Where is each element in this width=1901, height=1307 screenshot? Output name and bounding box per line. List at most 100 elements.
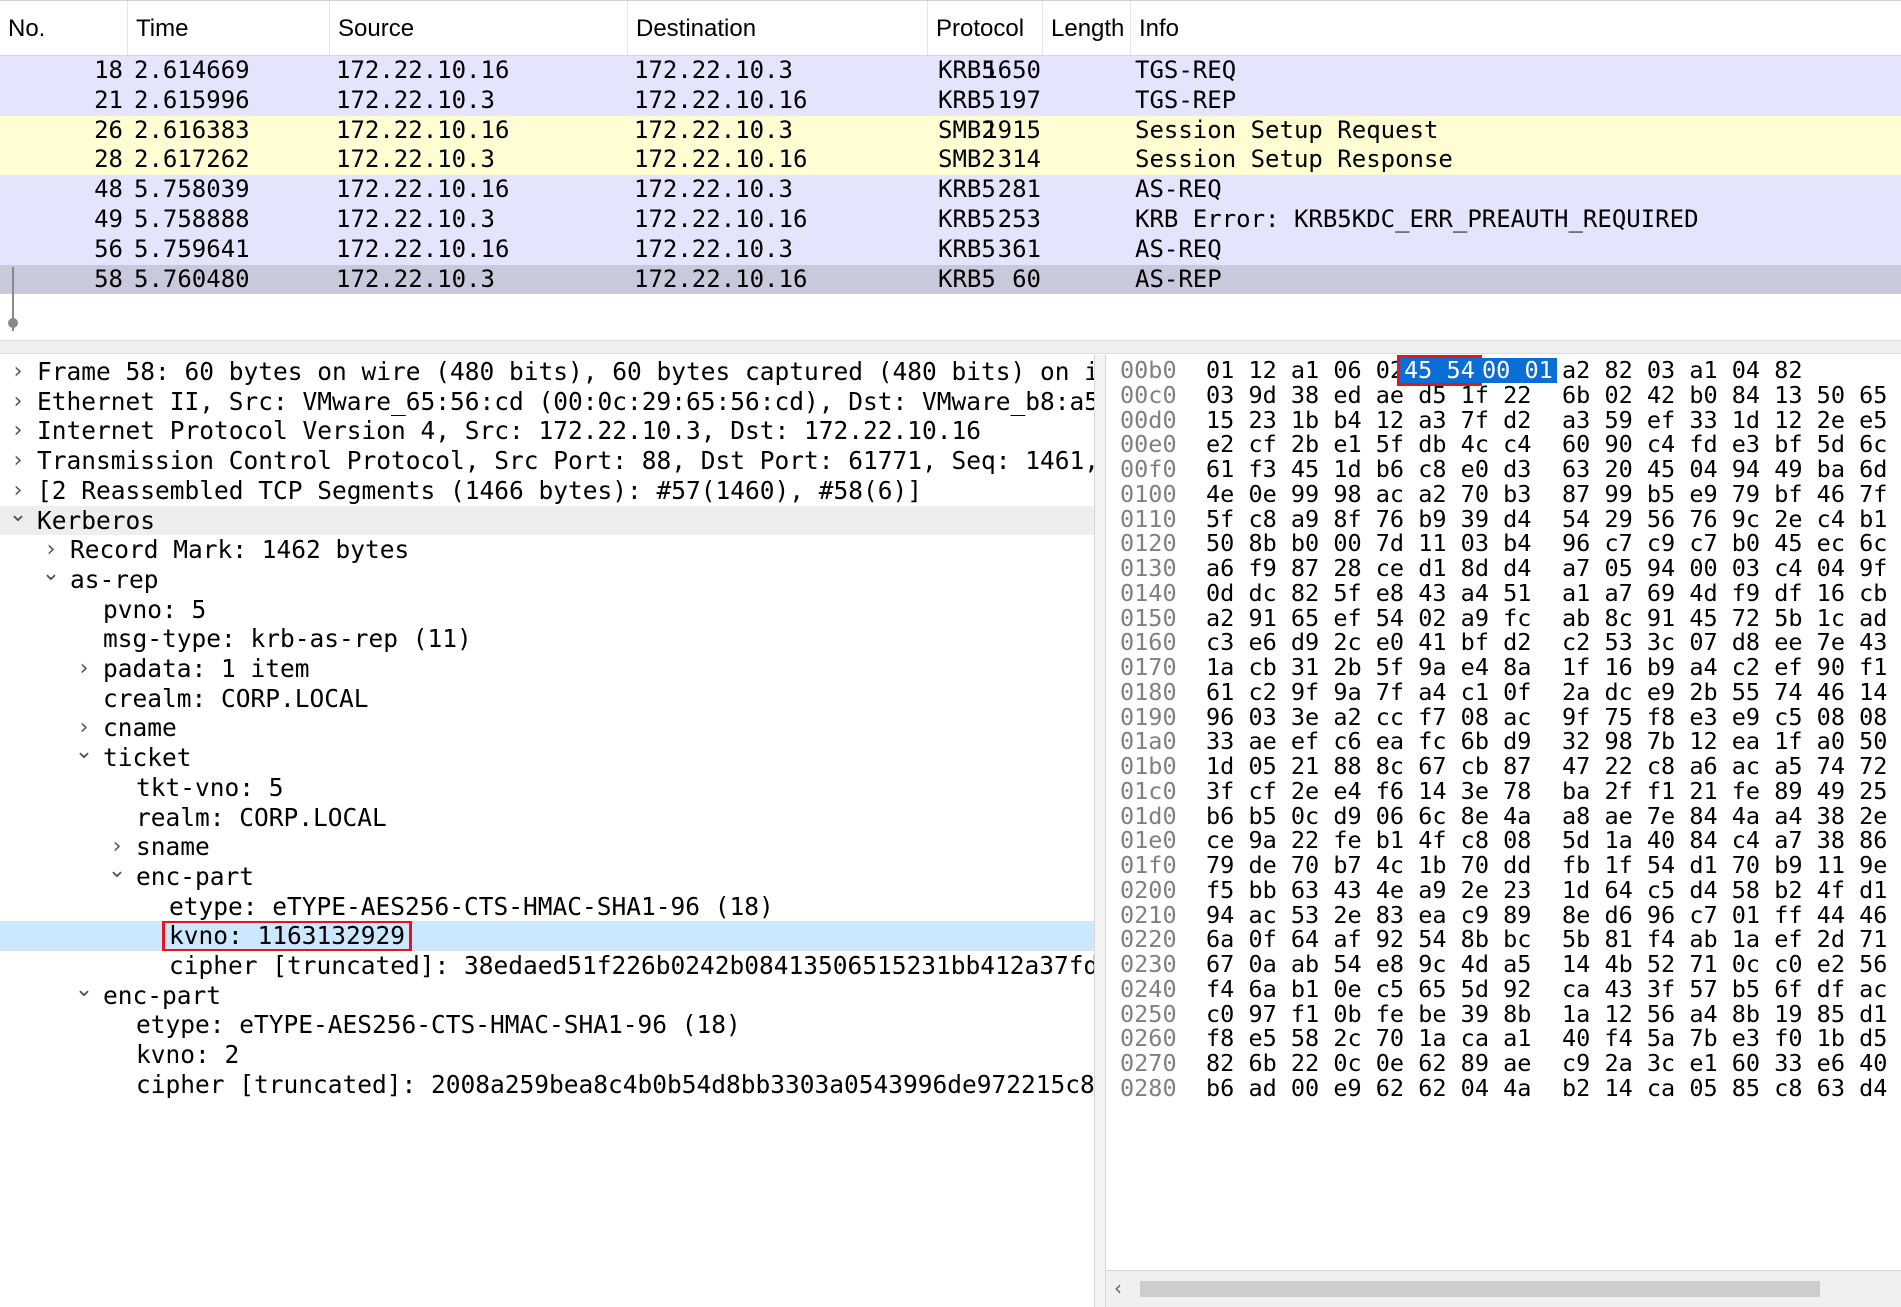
packet-info-cell: KRB Error: KRB5KDC_ERR_PREAUTH_REQUIRED — [1135, 205, 1699, 233]
chevron-down-icon[interactable]: ⌄ — [107, 862, 127, 886]
detail-tree-item[interactable]: kvno: 1163132929 — [0, 921, 1094, 951]
column-header-time[interactable]: Time — [128, 1, 330, 55]
detail-tree-item[interactable]: ⌄ ticket — [0, 743, 1094, 773]
hex-row[interactable]: 00c0 03 9d 38 ed ae d5 1f 22 6b 02 42 b0 8… — [1106, 382, 1901, 408]
hex-bytes: 32 98 7b 12 ea 1f a0 50 — [1562, 727, 1888, 756]
column-header-length[interactable]: Length — [1043, 1, 1131, 55]
hex-row[interactable]: 0110 5f c8 a9 8f 76 b9 39 d4 54 29 56 76 9… — [1106, 504, 1901, 533]
scroll-left-icon[interactable]: ‹ — [1114, 1276, 1122, 1300]
bytes-horizontal-scrollbar[interactable]: ‹ — [1106, 1270, 1901, 1307]
detail-tree-item[interactable]: realm: CORP.LOCAL — [0, 803, 1094, 833]
hex-row[interactable]: 00b0 01 12 a1 06 02 04 45 54 00 01 a2 82 03 … — [1106, 355, 1901, 386]
hex-row[interactable]: 0280 b6 ad 00 e9 62 62 04 4a b2 14 ca 05 8… — [1106, 1075, 1901, 1101]
chevron-right-icon[interactable]: › — [8, 416, 28, 446]
hex-row[interactable]: 01f0 79 de 70 b7 4c 1b 70 dd fb 1f 54 d1 7… — [1106, 853, 1901, 878]
hex-bytes: 67 0a ab 54 e8 9c 4d a5 — [1206, 950, 1532, 978]
detail-tree-label: as-rep — [70, 564, 159, 594]
hex-row[interactable]: 0150 a2 91 65 ef 54 02 a9 fc ab 8c 91 45 7… — [1106, 605, 1901, 631]
packet-row[interactable]: 21 2.615996 172.22.10.3 172.22.10.16 KRB5 197… — [0, 85, 1901, 116]
hex-row[interactable]: 0130 a6 f9 87 28 ce d1 8d d4 a7 05 94 00 0… — [1106, 556, 1901, 581]
hex-offset: 0140 — [1120, 578, 1177, 607]
hex-bytes-highlighted-boxed: 45 54 — [1397, 355, 1482, 386]
hex-row[interactable]: 0190 96 03 3e a2 cc f7 08 ac 9f 75 f8 e3 e… — [1106, 704, 1901, 730]
hex-row[interactable]: 0100 4e 0e 99 98 ac a2 70 b3 87 99 b5 e9 7… — [1106, 481, 1901, 507]
hex-row[interactable]: 01d0 b6 b5 0c d9 06 6c 8e 4a a8 ae 7e 84 4… — [1106, 803, 1901, 829]
hex-bytes: 54 29 56 76 9c 2e c4 b1 — [1562, 504, 1888, 533]
packet-row[interactable]: 49 5.758888 172.22.10.3 172.22.10.16 KRB5 253… — [0, 205, 1901, 235]
chevron-down-icon[interactable]: ⌄ — [74, 743, 94, 767]
hex-row[interactable]: 0200 f5 bb 63 43 4e a9 2e 23 1d 64 c5 d4 5… — [1106, 877, 1901, 903]
detail-tree-item[interactable]: etype: eTYPE-AES256-CTS-HMAC-SHA1-96 (18… — [0, 892, 1094, 922]
packet-row[interactable]: 48 5.758039 172.22.10.16 172.22.10.3 KRB5 281… — [0, 175, 1901, 205]
hex-offset: 01c0 — [1120, 776, 1177, 805]
detail-tree-item[interactable]: crealm: CORP.LOCAL — [0, 684, 1094, 714]
detail-tree-item[interactable]: › Frame 58: 60 bytes on wire (480 bits), … — [0, 357, 1094, 387]
scrollbar-thumb[interactable] — [1140, 1281, 1820, 1297]
hex-row[interactable]: 0230 67 0a ab 54 e8 9c 4d a5 14 4b 52 71 0… — [1106, 952, 1901, 977]
packet-row[interactable]: 26 2.616383 172.22.10.16 172.22.10.3 SMB2 191… — [0, 115, 1901, 146]
hex-row[interactable]: 0170 1a cb 31 2b 5f 9a e4 8a 1f 16 b9 a4 c… — [1106, 655, 1901, 680]
hex-row[interactable]: 0140 0d dc 82 5f e8 43 a4 51 a1 a7 69 4d f… — [1106, 578, 1901, 607]
detail-tree-item[interactable]: › [2 Reassembled TCP Segments (1466 bytes… — [0, 476, 1094, 506]
detail-tree-item[interactable]: › sname — [0, 832, 1094, 862]
detail-tree-item[interactable]: cipher [truncated]: 38edaed51f226b0242b0… — [0, 951, 1094, 981]
detail-tree-item[interactable]: › Transmission Control Protocol, Src Port… — [0, 446, 1094, 476]
packet-row[interactable]: 58 5.760480 172.22.10.3 172.22.10.16 KRB5 60 A… — [0, 264, 1901, 295]
hex-row[interactable]: 01c0 3f cf 2e e4 f6 14 3e 78 ba 2f f1 21 f… — [1106, 776, 1901, 805]
detail-tree-item[interactable]: tkt-vno: 5 — [0, 773, 1094, 803]
detail-tree-item[interactable]: ⌄ as-rep — [0, 565, 1094, 595]
detail-tree-item[interactable]: ⌄ Kerberos — [0, 505, 1094, 536]
chevron-down-icon[interactable]: ⌄ — [41, 565, 61, 589]
hex-row[interactable]: 0210 94 ac 53 2e 83 ea c9 89 8e d6 96 c7 0… — [1106, 902, 1901, 928]
detail-tree-item[interactable]: msg-type: krb-as-rep (11) — [0, 624, 1094, 654]
hex-row[interactable]: 01b0 1d 05 21 88 8c 67 cb 87 47 22 c8 a6 a… — [1106, 754, 1901, 779]
hex-row[interactable]: 0270 82 6b 22 0c 0e 62 89 ae c9 2a 3c e1 6… — [1106, 1051, 1901, 1076]
detail-tree-item[interactable]: › padata: 1 item — [0, 654, 1094, 684]
hex-row[interactable]: 0180 61 c2 9f 9a 7f a4 c1 0f 2a dc e9 2b 5… — [1106, 677, 1901, 706]
chevron-right-icon[interactable]: › — [8, 357, 28, 387]
packet-row[interactable]: 18 2.614669 172.22.10.16 172.22.10.3 KRB5 165… — [0, 56, 1901, 86]
hex-row[interactable]: 00e0 e2 cf 2b e1 5f db 4c c4 60 90 c4 fd e… — [1106, 432, 1901, 457]
pane-splitter-vertical[interactable] — [1094, 355, 1106, 1307]
hex-row[interactable]: 0260 f8 e5 58 2c 70 1a ca a1 40 f4 5a 7b e… — [1106, 1026, 1901, 1051]
chevron-down-icon[interactable]: ⌄ — [74, 981, 94, 1005]
detail-tree-item[interactable]: kvno: 2 — [0, 1040, 1094, 1070]
packet-no-cell: 26 — [94, 115, 123, 144]
detail-tree-item[interactable]: › Ethernet II, Src: VMware_65:56:cd (00:0… — [0, 387, 1094, 417]
hex-bytes: 2a dc e9 2b 55 74 46 14 — [1562, 677, 1888, 706]
packet-row[interactable]: 56 5.759641 172.22.10.16 172.22.10.3 KRB5 361… — [0, 234, 1901, 265]
detail-tree-item[interactable]: ⌄ enc-part — [0, 981, 1094, 1011]
hex-row[interactable]: 01e0 ce 9a 22 fe b1 4f c8 08 5d 1a 40 84 c… — [1106, 828, 1901, 853]
hex-row[interactable]: 0220 6a 0f 64 af 92 54 8b bc 5b 81 f4 ab 1… — [1106, 927, 1901, 952]
hex-row[interactable]: 0250 c0 97 f1 0b fe be 39 8b 1a 12 56 a4 8… — [1106, 1001, 1901, 1027]
hex-row[interactable]: 0160 c3 e6 d9 2c e0 41 bf d2 c2 53 3c 07 d… — [1106, 630, 1901, 655]
chevron-right-icon[interactable]: › — [8, 387, 28, 417]
detail-tree-item[interactable]: etype: eTYPE-AES256-CTS-HMAC-SHA1-96 (18… — [0, 1010, 1094, 1040]
hex-row[interactable]: 0120 50 8b b0 00 7d 11 03 b4 96 c7 c9 c7 b… — [1106, 531, 1901, 556]
detail-tree-item[interactable]: › Internet Protocol Version 4, Src: 172.2… — [0, 416, 1094, 446]
chevron-down-icon[interactable]: ⌄ — [8, 506, 28, 530]
hex-row[interactable]: 00d0 15 23 1b b4 12 a3 7f d2 a3 59 ef 33 1… — [1106, 407, 1901, 433]
chevron-right-icon[interactable]: › — [74, 713, 94, 743]
hex-row[interactable]: 0240 f4 6a b1 0e c5 65 5d 92 ca 43 3f 57 b… — [1106, 976, 1901, 1002]
column-header-info[interactable]: Info — [1131, 1, 1901, 55]
column-header-source[interactable]: Source — [330, 1, 628, 55]
chevron-right-icon[interactable]: › — [74, 654, 94, 684]
chevron-right-icon[interactable]: › — [8, 476, 28, 506]
hex-row[interactable]: 00f0 61 f3 45 1d b6 c8 e0 d3 63 20 45 04 9… — [1106, 457, 1901, 482]
detail-tree-item[interactable]: ⌄ enc-part — [0, 862, 1094, 892]
detail-tree-item[interactable]: cipher [truncated]: 2008a259bea8c4b0b54d… — [0, 1070, 1094, 1100]
chevron-right-icon[interactable]: › — [41, 535, 61, 565]
column-header-destination[interactable]: Destination — [628, 1, 928, 55]
chevron-right-icon[interactable]: › — [107, 832, 127, 862]
packet-destination-cell: 172.22.10.3 — [634, 115, 793, 144]
detail-tree-item[interactable]: › Record Mark: 1462 bytes — [0, 535, 1094, 565]
pane-splitter-horizontal[interactable] — [0, 340, 1901, 354]
detail-tree-item[interactable]: pvno: 5 — [0, 595, 1094, 625]
packet-row[interactable]: 28 2.617262 172.22.10.3 172.22.10.16 SMB2 314… — [0, 145, 1901, 176]
column-header-no[interactable]: No. — [0, 1, 128, 55]
column-header-protocol[interactable]: Protocol — [928, 1, 1043, 55]
hex-row[interactable]: 01a0 33 ae ef c6 ea fc 6b d9 32 98 7b 12 e… — [1106, 729, 1901, 754]
chevron-right-icon[interactable]: › — [8, 446, 28, 476]
detail-tree-item[interactable]: › cname — [0, 713, 1094, 743]
